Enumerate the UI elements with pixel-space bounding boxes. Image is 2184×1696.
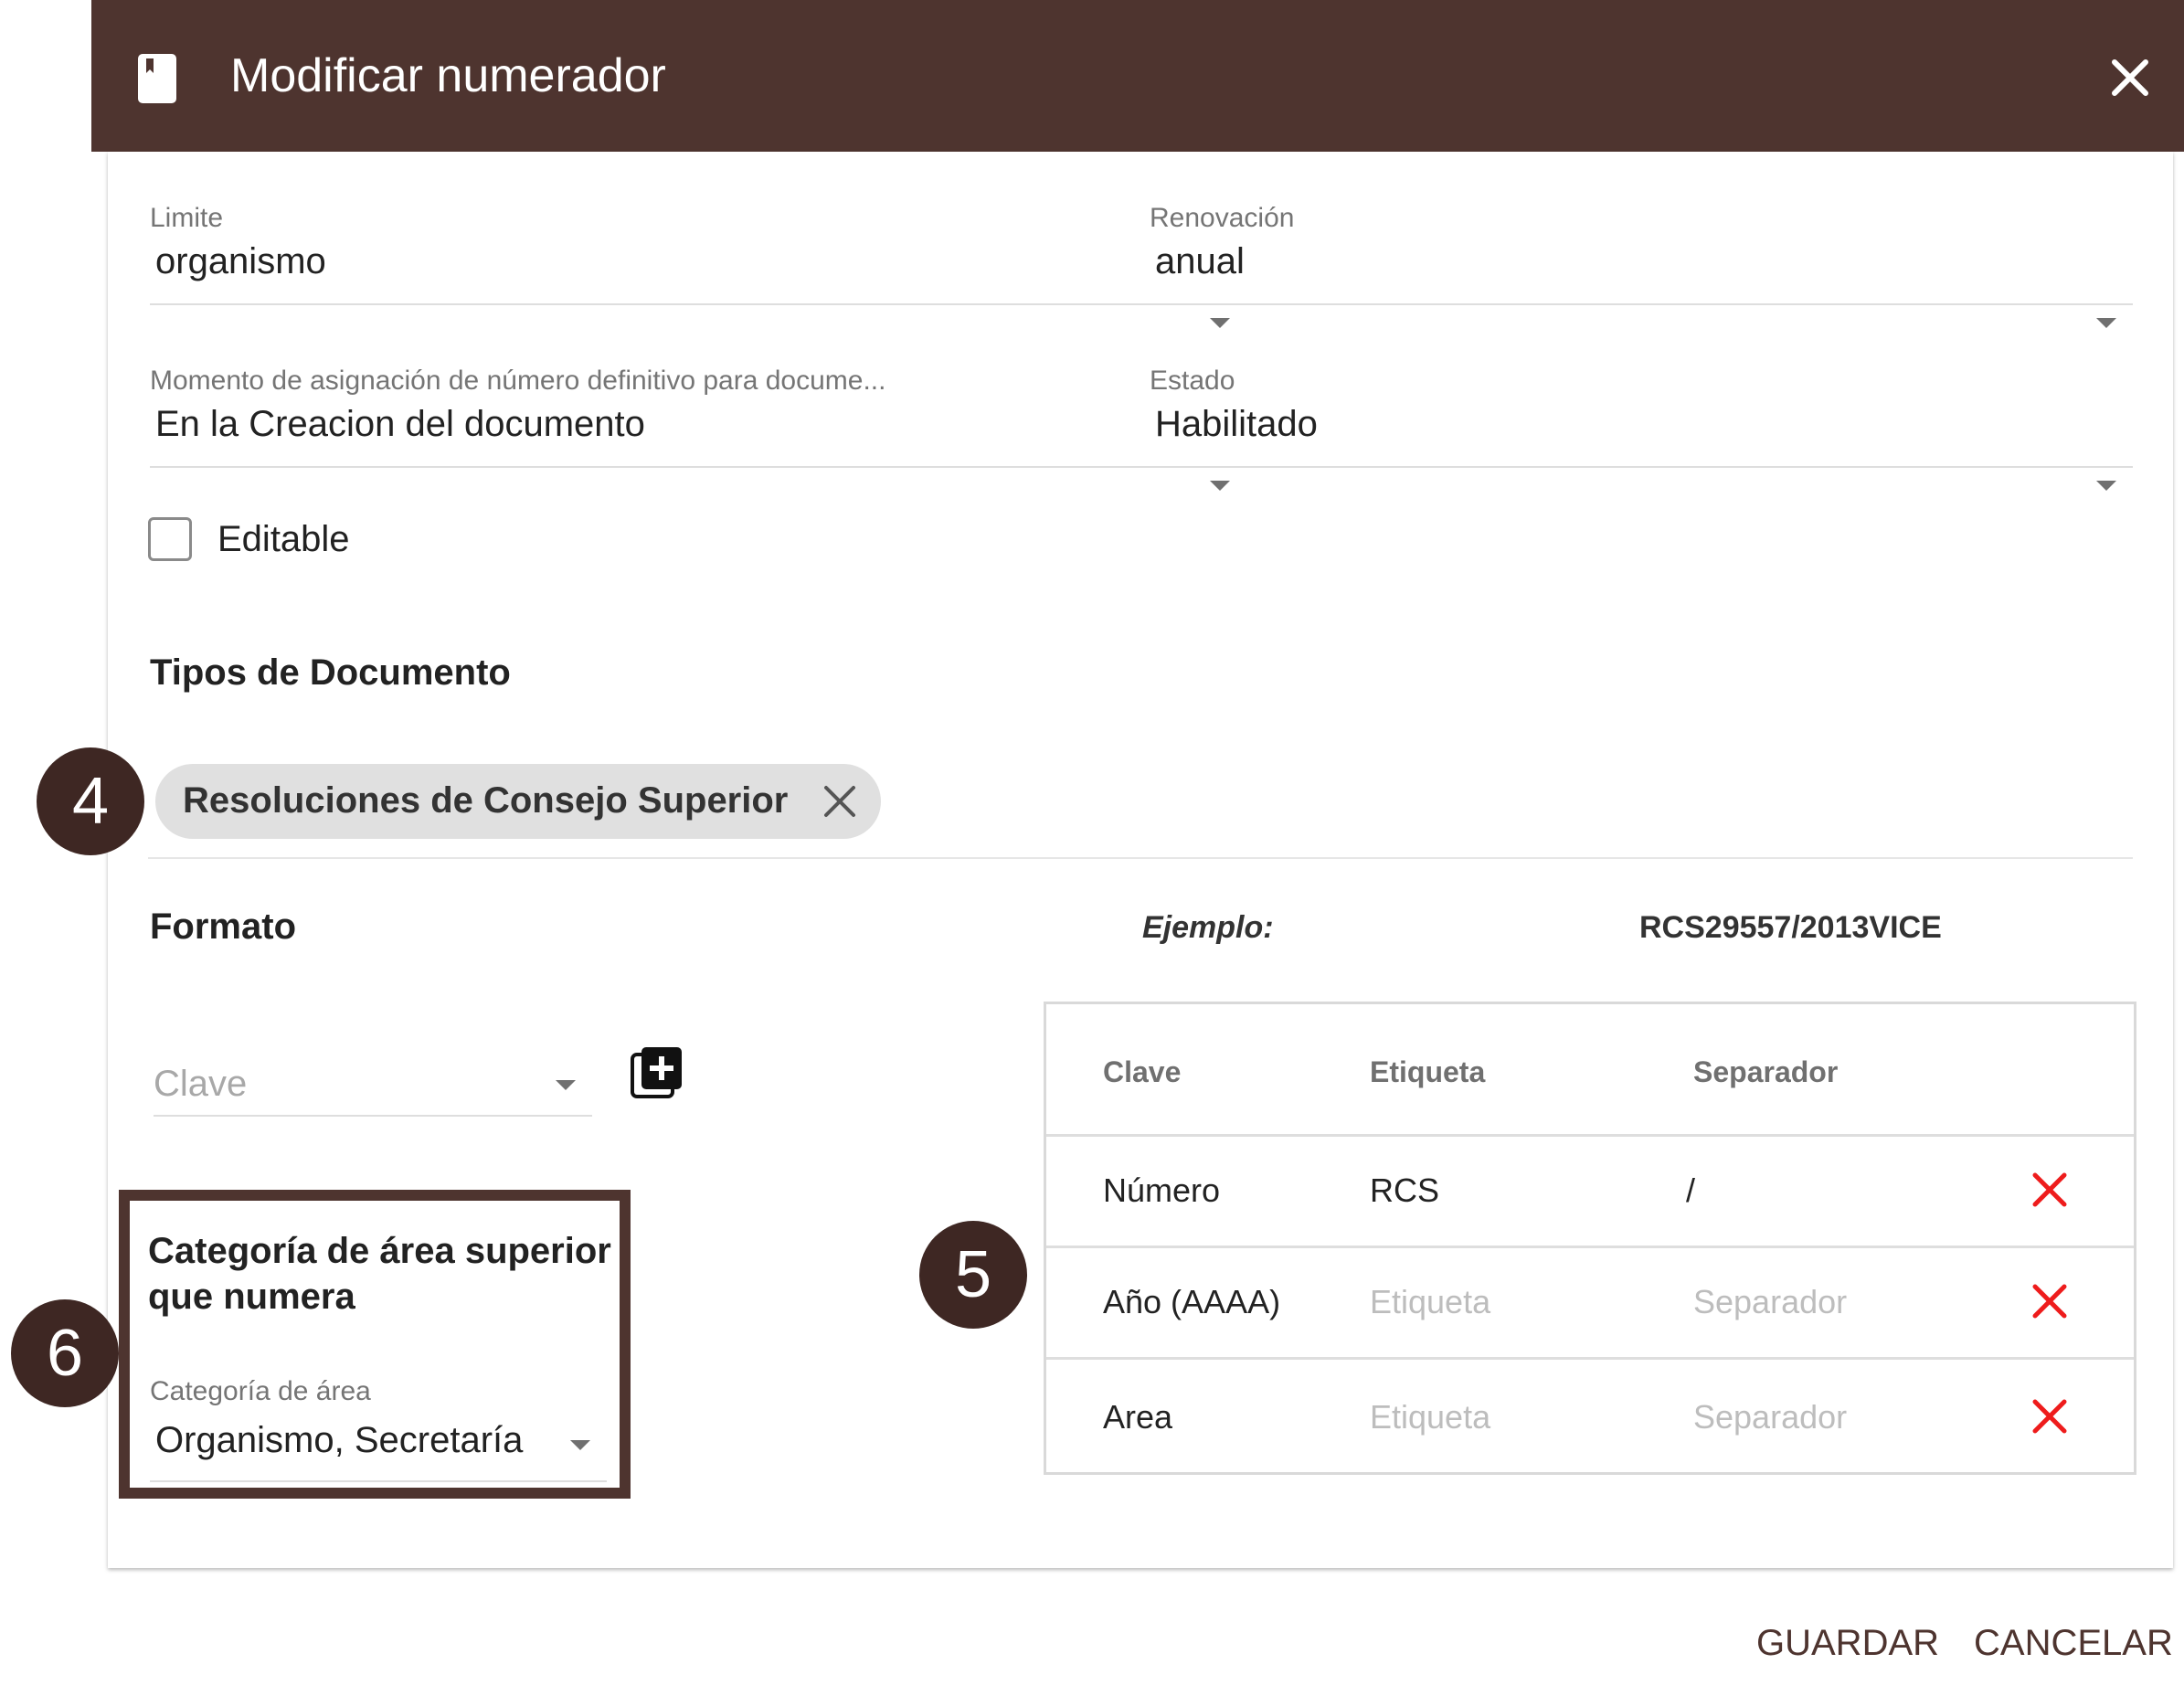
example-label: Ejemplo: [1142,910,1274,945]
chevron-down-icon [1210,318,1230,328]
categoria-select[interactable]: Categoría de área Organismo, Secretaría [150,1376,607,1482]
example-value: RCS29557/2013VICE [1639,910,1942,945]
delete-x-icon[interactable] [2031,1171,2068,1208]
categoria-title: Categoría de área superior que numera [148,1231,611,1317]
close-icon[interactable] [822,784,857,819]
close-icon[interactable] [2107,55,2153,101]
chevron-down-icon [1210,481,1230,491]
table-row: Area Etiqueta Separador [1046,1357,2134,1475]
chevron-down-icon [2096,481,2116,491]
formato-title: Formato [150,906,296,947]
editable-label: Editable [217,519,350,559]
row-etiqueta-input[interactable]: Etiqueta [1370,1283,1490,1321]
document-type-chip: Resoluciones de Consejo Superior [155,764,881,839]
estado-select[interactable]: Estado Habilitado [1150,366,2133,491]
limite-value: organismo [155,241,326,281]
delete-x-icon[interactable] [2031,1398,2068,1435]
dialog-header: Modificar numerador [91,0,2184,152]
row-clave: Año (AAAA) [1103,1283,1281,1320]
estado-underline [1150,466,2133,468]
chevron-down-icon [570,1440,590,1450]
step-marker-5: 5 [919,1221,1027,1329]
format-table: Clave Etiqueta Separador Número RCS / Añ… [1044,1002,2136,1475]
row-etiqueta-input[interactable]: Etiqueta [1370,1398,1490,1436]
column-header-clave: Clave [1103,1055,1182,1088]
dialog-body: Limite organismo Renovación anual Moment… [108,152,2173,1568]
clave-select[interactable]: Clave [154,1064,592,1117]
clave-placeholder: Clave [154,1064,248,1104]
cancel-button[interactable]: CANCELAR [1974,1623,2173,1664]
delete-x-icon[interactable] [2031,1283,2068,1320]
row-clave: Area [1103,1398,1173,1436]
step-marker-4: 4 [37,747,144,855]
renovacion-underline [1150,303,2133,305]
chip-label: Resoluciones de Consejo Superior [183,780,789,821]
dialog-title: Modificar numerador [230,49,666,102]
renovacion-label: Renovación [1150,203,1295,233]
save-button[interactable]: GUARDAR [1756,1623,1939,1664]
add-box-icon[interactable] [631,1045,685,1100]
table-header-row: Clave Etiqueta Separador [1046,1004,2134,1137]
clave-underline [154,1115,592,1117]
categoria-value: Organismo, Secretaría [155,1420,524,1460]
step-marker-6: 6 [11,1299,119,1407]
row-separador: / [1686,1171,1696,1209]
momento-select[interactable]: Momento de asignación de número definiti… [150,366,1246,491]
renovacion-select[interactable]: Renovación anual [1150,203,2133,328]
row-separador-input[interactable]: Separador [1693,1398,1847,1436]
row-clave: Número [1103,1171,1221,1209]
estado-value: Habilitado [1155,404,1318,444]
row-separador-input[interactable]: Separador [1693,1283,1847,1321]
categoria-underline [150,1480,607,1482]
section-divider [148,857,2133,859]
momento-label: Momento de asignación de número definiti… [150,366,886,396]
column-header-separador: Separador [1693,1055,1839,1088]
table-row: Número RCS / [1046,1134,2134,1246]
limite-select[interactable]: Limite organismo [150,203,1246,328]
limite-label: Limite [150,203,224,233]
bookmark-book-icon [138,54,176,103]
tipos-documento-title: Tipos de Documento [150,652,511,693]
chevron-down-icon [556,1080,576,1090]
momento-underline [150,466,1246,468]
limite-underline [150,303,1246,305]
renovacion-value: anual [1155,241,1245,281]
editable-checkbox[interactable] [148,517,192,561]
row-etiqueta: RCS [1370,1171,1440,1209]
categoria-label: Categoría de área [150,1376,371,1406]
column-header-etiqueta: Etiqueta [1370,1055,1486,1088]
table-row: Año (AAAA) Etiqueta Separador [1046,1246,2134,1358]
estado-label: Estado [1150,366,1235,396]
chevron-down-icon [2096,318,2116,328]
momento-value: En la Creacion del documento [155,404,645,444]
